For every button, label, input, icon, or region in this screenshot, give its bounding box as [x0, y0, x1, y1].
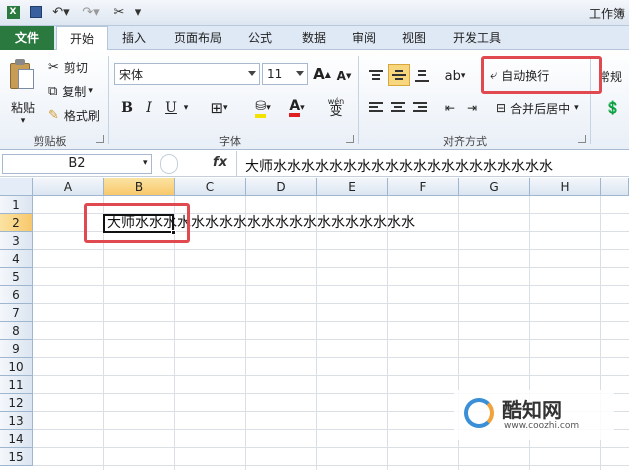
font-size-combo[interactable]: 11	[262, 63, 308, 85]
tab-insert[interactable]: 插入	[112, 26, 156, 50]
row-header-1[interactable]: 1	[0, 196, 33, 214]
column-header-f[interactable]: F	[388, 178, 459, 196]
borders-button[interactable]: ⊞ ▾	[204, 98, 234, 118]
undo-icon[interactable]: ↶▾	[50, 3, 72, 21]
underline-button[interactable]: U	[162, 98, 180, 118]
align-center-icon[interactable]	[388, 98, 408, 118]
row-header-12[interactable]: 12	[0, 394, 33, 412]
row-header-11[interactable]: 11	[0, 376, 33, 394]
fill-color-button[interactable]: ⛁ ▾	[248, 98, 278, 118]
row-header-14[interactable]: 14	[0, 430, 33, 448]
name-box[interactable]: B2	[2, 154, 152, 174]
active-cell-border	[103, 214, 174, 233]
align-left-icon[interactable]	[366, 98, 386, 118]
coozhi-logo-icon	[464, 398, 494, 428]
number-format-combo[interactable]: 常规	[598, 66, 622, 86]
column-header-h[interactable]: H	[530, 178, 601, 196]
insert-function-icon[interactable]: fx	[213, 155, 227, 170]
row-header-8[interactable]: 8	[0, 322, 33, 340]
copy-icon: ⧉	[48, 83, 58, 99]
paste-icon	[10, 58, 36, 89]
row-header-15[interactable]: 15	[0, 448, 33, 466]
row-header-6[interactable]: 6	[0, 286, 33, 304]
accounting-format-icon[interactable]: 💲	[598, 98, 628, 118]
font-name-combo[interactable]: 宋体	[114, 63, 260, 85]
alignment-group-label: 对齐方式	[443, 135, 487, 148]
tab-page-layout[interactable]: 页面布局	[166, 26, 230, 50]
formula-expand-handle[interactable]	[160, 154, 178, 174]
watermark: 酷知网 www.coozhi.com	[454, 390, 614, 440]
tab-developer[interactable]: 开发工具	[444, 26, 510, 50]
column-header-g[interactable]: G	[459, 178, 530, 196]
select-all-corner[interactable]	[0, 178, 33, 196]
tab-file[interactable]: 文件	[0, 26, 54, 50]
align-right-icon[interactable]	[410, 98, 430, 118]
font-color-button[interactable]: A ▾	[282, 98, 312, 118]
ribbon: 粘贴 ▾ ✂ 剪切 ⧉ 复制 ▾ ✎ 格式刷 剪贴板 宋体 11 A ▲ A ▼ B…	[0, 50, 629, 150]
row-header-4[interactable]: 4	[0, 250, 33, 268]
row-header-3[interactable]: 3	[0, 232, 33, 250]
cut-button[interactable]: ✂ 剪切	[48, 58, 88, 76]
copy-button[interactable]: ⧉ 复制 ▾	[48, 82, 93, 100]
quick-access-dropdown-icon[interactable]: ▾	[132, 3, 144, 21]
increase-indent-icon[interactable]: ⇥	[462, 98, 482, 118]
row-header-9[interactable]: 9	[0, 340, 33, 358]
middle-align-icon[interactable]	[388, 64, 410, 86]
formula-input[interactable]: 大师水水水水水水水水水水水水水水水水水水水水	[245, 156, 553, 176]
row-header-2[interactable]: 2	[0, 214, 33, 232]
font-color-icon: A	[289, 99, 301, 117]
row-header-13[interactable]: 13	[0, 412, 33, 430]
watermark-title: 酷知网	[502, 398, 562, 422]
row-header-5[interactable]: 5	[0, 268, 33, 286]
brush-icon: ✎	[48, 107, 59, 123]
format-painter-button[interactable]: ✎ 格式刷	[48, 106, 100, 124]
save-icon[interactable]	[28, 3, 44, 21]
fill-handle[interactable]	[171, 230, 176, 235]
top-align-icon[interactable]	[366, 66, 386, 86]
tab-home[interactable]: 开始	[56, 26, 108, 51]
ribbon-tabs: 文件 开始 插入 页面布局 公式 数据 审阅 视图 开发工具	[0, 26, 629, 51]
column-header-b[interactable]: B	[104, 178, 175, 196]
column-header-c[interactable]: C	[175, 178, 246, 196]
scissors-icon: ✂	[48, 59, 59, 75]
tab-data[interactable]: 数据	[292, 26, 336, 50]
title-bar: X ↶▾ ↷▾ ✂ ▾ 工作簿	[0, 0, 629, 26]
merge-center-button[interactable]: ⊟ 合并后居中 ▾	[496, 98, 579, 118]
redo-icon[interactable]: ↷▾	[80, 3, 102, 21]
font-group-label: 字体	[219, 135, 241, 148]
italic-button[interactable]: I	[140, 98, 158, 118]
tab-review[interactable]: 审阅	[342, 26, 386, 50]
column-header-e[interactable]: E	[317, 178, 388, 196]
alignment-launcher-icon[interactable]	[578, 135, 586, 143]
name-box-dropdown-icon[interactable]: ▾	[143, 158, 148, 168]
tab-formulas[interactable]: 公式	[238, 26, 282, 50]
watermark-url: www.coozhi.com	[504, 421, 580, 431]
formula-bar: B2 ▾ fx 大师水水水水水水水水水水水水水水水水水水水水	[0, 151, 629, 177]
phonetic-guide-button[interactable]: wén 变	[322, 94, 350, 120]
wrap-text-button[interactable]: ⤶ 自动换行	[490, 64, 549, 86]
fill-bucket-icon: ⛁	[255, 99, 267, 118]
wrap-text-icon: ⤶	[490, 67, 498, 83]
decrease-indent-icon[interactable]: ⇤	[440, 98, 460, 118]
customize-icon[interactable]: ✂	[110, 3, 128, 21]
column-header-d[interactable]: D	[246, 178, 317, 196]
bottom-align-icon[interactable]	[412, 66, 432, 86]
clipboard-launcher-icon[interactable]	[96, 135, 104, 143]
orientation-icon[interactable]: ab ▾	[442, 66, 468, 86]
row-header-7[interactable]: 7	[0, 304, 33, 322]
excel-logo-icon: X	[6, 3, 20, 21]
font-launcher-icon[interactable]	[346, 135, 354, 143]
window-title: 工作簿	[588, 7, 625, 21]
borders-icon: ⊞	[210, 99, 224, 117]
increase-font-button[interactable]: A ▲	[313, 65, 331, 83]
tab-view[interactable]: 视图	[392, 26, 436, 50]
column-header-a[interactable]: A	[33, 178, 104, 196]
row-header-10[interactable]: 10	[0, 358, 33, 376]
underline-dropdown-icon[interactable]: ▾	[180, 98, 192, 118]
bold-button[interactable]: B	[118, 98, 136, 118]
clipboard-group-label: 剪贴板	[33, 135, 67, 148]
merge-cells-icon: ⊟	[496, 101, 507, 115]
decrease-font-button[interactable]: A ▼	[335, 67, 353, 85]
paste-button[interactable]: 粘贴 ▾	[6, 54, 40, 130]
